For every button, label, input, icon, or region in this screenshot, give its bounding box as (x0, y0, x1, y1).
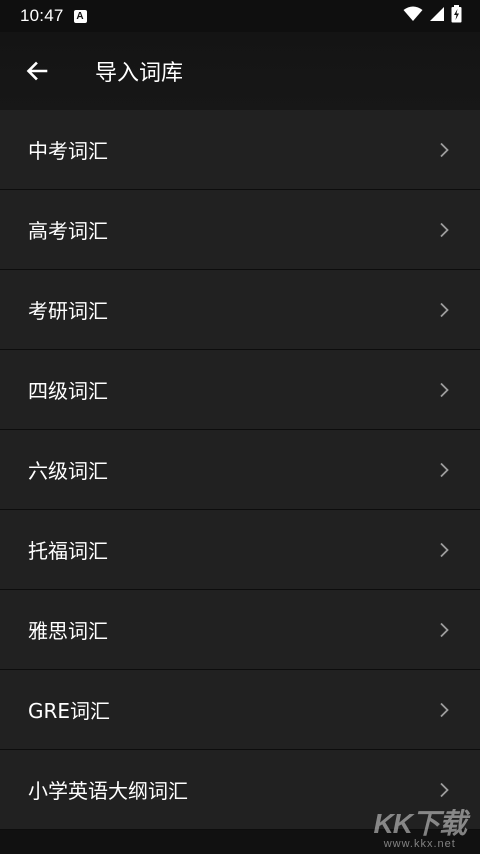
chevron-right-icon (438, 301, 450, 319)
list-item-kaoyan[interactable]: 考研词汇 (0, 270, 480, 350)
cell-signal-icon (429, 6, 445, 26)
list-item-label: 雅思词汇 (28, 619, 108, 643)
list-item-ielts[interactable]: 雅思词汇 (0, 590, 480, 670)
list-item-label: 托福词汇 (28, 539, 108, 563)
chevron-right-icon (438, 621, 450, 639)
chevron-right-icon (438, 541, 450, 559)
watermark-url: www.kkx.net (383, 838, 456, 850)
back-button[interactable] (17, 51, 57, 91)
list-item-zhongkao[interactable]: 中考词汇 (0, 110, 480, 190)
list-item-cet4[interactable]: 四级词汇 (0, 350, 480, 430)
list-item-label: 考研词汇 (28, 299, 108, 323)
status-icons (403, 5, 462, 27)
watermark-logo: KK下载 (373, 808, 467, 839)
a-box-icon: A (73, 9, 87, 23)
list-item-label: 中考词汇 (28, 139, 108, 163)
list-item-cet6[interactable]: 六级词汇 (0, 430, 480, 510)
app-bar: 导入词库 (0, 32, 480, 110)
list-item-label: 六级词汇 (28, 459, 108, 483)
status-bar: 10:47 A (0, 0, 480, 32)
list-item-gre[interactable]: GRE词汇 (0, 670, 480, 750)
chevron-right-icon (438, 221, 450, 239)
status-time: 10:47 (20, 6, 64, 25)
list-item-label: 四级词汇 (28, 379, 108, 403)
list-item-label: 高考词汇 (28, 219, 108, 243)
page-title: 导入词库 (95, 61, 184, 86)
chevron-right-icon (438, 461, 450, 479)
list-item-toefl[interactable]: 托福词汇 (0, 510, 480, 590)
list-item-gaokao[interactable]: 高考词汇 (0, 190, 480, 270)
arrow-left-icon (26, 61, 48, 81)
battery-charging-icon (451, 5, 462, 27)
list-item-label: GRE词汇 (28, 699, 111, 723)
wifi-icon (403, 6, 423, 26)
list-item-label: 小学英语大纲词汇 (28, 779, 188, 803)
chevron-right-icon (438, 781, 450, 799)
watermark: KK下载 www.kkx.net (373, 802, 467, 850)
chevron-right-icon (438, 701, 450, 719)
chevron-right-icon (438, 381, 450, 399)
chevron-right-icon (438, 141, 450, 159)
vocabulary-list: 中考词汇 高考词汇 考研词汇 四级词汇 六级词汇 托福词汇 雅思词汇 GRE词汇… (0, 110, 480, 830)
